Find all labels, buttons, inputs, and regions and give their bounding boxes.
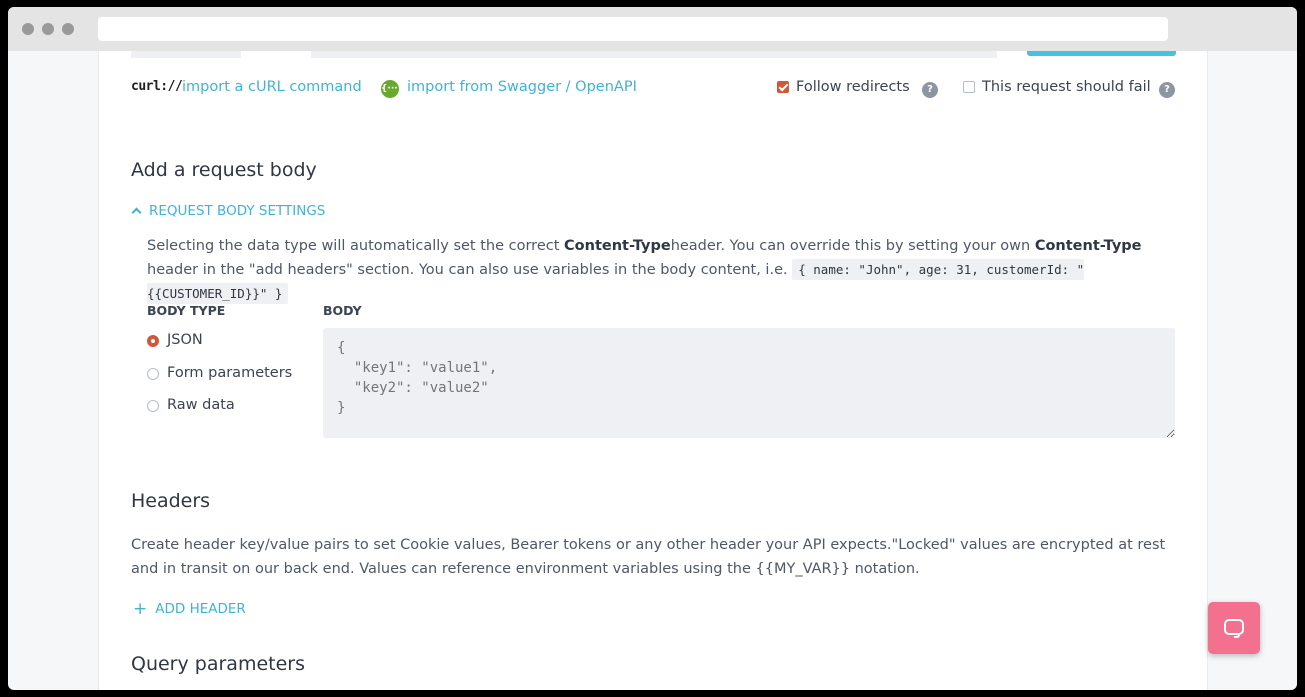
desc-bold: Content-Type — [1034, 238, 1142, 254]
request-body-settings-toggle[interactable]: REQUEST BODY SETTINGS — [131, 203, 325, 219]
title-bar — [8, 7, 1297, 51]
headers-description: Create header key/value pairs to set Coo… — [131, 537, 1166, 577]
desc-bold: Content-Type — [564, 238, 671, 254]
chat-button[interactable] — [1208, 602, 1260, 654]
radio-form-parameters[interactable]: Form parameters — [147, 365, 292, 381]
swagger-icon: {···} — [381, 80, 404, 98]
window-dot-icon — [62, 23, 74, 35]
request-body-title: Add a request body — [131, 159, 317, 181]
follow-redirects-label: Follow redirects — [796, 79, 910, 95]
desc-text: header. You can override this by setting… — [670, 238, 1035, 254]
add-header-label: ADD HEADER — [155, 601, 246, 617]
radio-label: Raw data — [167, 397, 235, 413]
import-curl-link[interactable]: import a cURL command — [182, 79, 362, 95]
import-swagger-link[interactable]: import from Swagger / OpenAPI — [407, 79, 637, 95]
toggle-label: REQUEST BODY SETTINGS — [149, 203, 326, 219]
request-body-description: Selecting the data type will automatical… — [147, 234, 1187, 306]
radio-selected-icon — [147, 335, 159, 347]
help-icon[interactable]: ? — [922, 82, 938, 98]
follow-redirects-checkbox[interactable] — [777, 81, 789, 93]
window-dot-icon — [42, 23, 54, 35]
radio-raw-data[interactable]: Raw data — [147, 397, 235, 413]
radio-icon — [147, 368, 159, 380]
url-input-partial[interactable] — [311, 51, 997, 58]
curl-logo: curl:// — [131, 79, 183, 94]
body-label: BODY — [323, 303, 362, 318]
main-content: curl:// import a cURL command {···} impo… — [98, 51, 1208, 690]
radio-label: JSON — [167, 332, 203, 348]
add-header-button[interactable]: + ADD HEADER — [133, 598, 246, 619]
chevron-up-icon — [131, 207, 142, 218]
desc-text: header in the "add headers" section. You… — [147, 262, 793, 278]
radio-json[interactable]: JSON — [147, 332, 203, 348]
headers-title: Headers — [131, 490, 211, 512]
query-parameters-title: Query parameters — [131, 653, 305, 675]
should-fail-label: This request should fail — [982, 79, 1151, 95]
address-bar[interactable] — [98, 17, 1168, 41]
should-fail-checkbox[interactable] — [963, 81, 975, 93]
plus-icon: + — [133, 599, 148, 619]
body-type-label: BODY TYPE — [147, 303, 226, 318]
chat-bubble-tail-icon — [1234, 633, 1240, 638]
help-icon[interactable]: ? — [1159, 82, 1175, 98]
body-textarea[interactable] — [323, 328, 1175, 438]
browser-window: curl:// import a cURL command {···} impo… — [8, 7, 1297, 690]
window-dot-icon — [22, 23, 34, 35]
import-row: curl:// import a cURL command {···} impo… — [131, 79, 1175, 99]
radio-icon — [147, 400, 159, 412]
desc-text: Selecting the data type will automatical… — [147, 238, 565, 254]
submit-button-partial[interactable] — [1027, 51, 1176, 56]
method-select-partial[interactable] — [131, 51, 241, 58]
radio-label: Form parameters — [167, 365, 293, 381]
